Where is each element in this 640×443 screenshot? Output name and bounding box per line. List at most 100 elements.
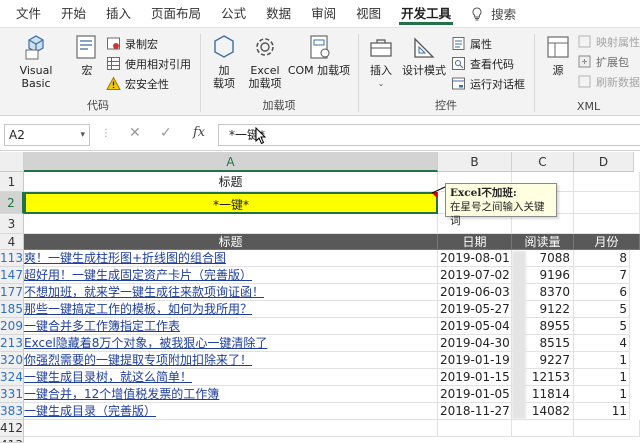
cell-empty[interactable] <box>24 420 438 437</box>
run-dialog-button[interactable]: 运行对话框 <box>451 74 525 93</box>
row-header[interactable]: 3 <box>0 214 24 234</box>
cell-empty[interactable] <box>438 420 512 437</box>
tab-formulas[interactable]: 公式 <box>211 0 256 27</box>
title-link[interactable]: 那些一键搞定工作的模板，如何为我所用？ <box>24 302 252 316</box>
title-link[interactable]: 你强烈需要的一键提取专项附加扣除来了！ <box>24 353 252 367</box>
relative-reference-button[interactable]: 使用相对引用 <box>106 54 191 73</box>
cell-date[interactable]: 2019-05-27 <box>438 301 512 318</box>
enter-icon[interactable]: ✓ <box>160 125 172 141</box>
row-header[interactable]: 177 <box>0 284 24 301</box>
cell-title[interactable]: 爽！一键生成柱形图+折线图的组合图 <box>24 250 438 267</box>
design-mode-button[interactable]: 设计模式 <box>401 32 447 77</box>
row-header[interactable]: 2 <box>0 192 24 214</box>
cell-month[interactable]: 7 <box>574 267 630 284</box>
cell-month[interactable]: 8 <box>574 250 630 267</box>
row-header[interactable]: 147 <box>0 267 24 284</box>
tab-file[interactable]: 文件 <box>6 0 51 27</box>
select-all-corner[interactable] <box>0 152 24 172</box>
expansion-packs-button[interactable]: 扩展包 <box>577 52 629 71</box>
cell-month[interactable]: 5 <box>574 318 630 335</box>
header-date[interactable]: 日期 <box>438 234 512 250</box>
cell-month[interactable]: 5 <box>574 301 630 318</box>
cell-title[interactable]: 你强烈需要的一键提取专项附加扣除来了！ <box>24 352 438 369</box>
macro-security-button[interactable]: 宏安全性 <box>106 74 169 93</box>
column-header-b[interactable]: B <box>438 152 512 172</box>
cell-d2[interactable] <box>574 192 640 214</box>
xml-source-button[interactable]: 源 <box>543 32 573 77</box>
cell-month[interactable]: 4 <box>574 335 630 352</box>
cell-d3[interactable] <box>574 214 640 234</box>
tab-insert[interactable]: 插入 <box>96 0 141 27</box>
row-header[interactable]: 1 <box>0 172 24 192</box>
header-month[interactable]: 月份 <box>574 234 640 250</box>
header-title[interactable]: 标题 <box>24 234 438 250</box>
cell-title[interactable]: 一键生成目录树，就这么简单！ <box>24 369 438 386</box>
excel-addins-button[interactable]: Excel 加载项 <box>245 32 285 90</box>
cell-month[interactable]: 6 <box>574 284 630 301</box>
visual-basic-button[interactable]: Visual Basic <box>6 32 66 90</box>
title-link[interactable]: 爽！一键生成柱形图+折线图的组合图 <box>24 251 226 265</box>
macros-button[interactable]: 宏 <box>72 32 102 77</box>
row-header[interactable]: 412 <box>0 420 24 437</box>
cell-title[interactable]: Excel隐藏着8万个对象，被我狠心一键清除了 <box>24 335 438 352</box>
cell-date[interactable]: 2019-01-05 <box>438 386 512 403</box>
row-header[interactable]: 113 <box>0 250 24 267</box>
cell-month[interactable]: 1 <box>574 369 630 386</box>
cell-month[interactable]: 11 <box>574 403 630 420</box>
insert-function-button[interactable]: fx <box>193 125 205 140</box>
cell-comment[interactable]: Excel不加班: 在星号之间输入关键词 <box>445 183 557 227</box>
cell-date[interactable]: 2019-05-04 <box>438 318 512 335</box>
name-box[interactable]: A2 ▾ <box>4 124 90 146</box>
cell-month[interactable]: 1 <box>574 352 630 369</box>
insert-control-button[interactable]: 插入 ⌄ <box>363 32 399 90</box>
cell-date[interactable]: 2019-01-19 <box>438 352 512 369</box>
cell-date[interactable]: 2019-07-02 <box>438 267 512 284</box>
header-reads[interactable]: 阅读量 <box>512 234 574 250</box>
title-link[interactable]: 一键生成目录（完善版） <box>24 404 156 418</box>
row-header[interactable]: 213 <box>0 335 24 352</box>
tab-view[interactable]: 视图 <box>346 0 391 27</box>
cell-date[interactable]: 2019-08-01 <box>438 250 512 267</box>
column-header-a[interactable]: A <box>24 152 438 172</box>
tab-data[interactable]: 数据 <box>256 0 301 27</box>
tab-developer[interactable]: 开发工具 <box>391 0 461 27</box>
row-header[interactable]: 324 <box>0 369 24 386</box>
title-link[interactable]: Excel隐藏着8万个对象，被我狠心一键清除了 <box>24 336 267 350</box>
formula-input[interactable]: *一键* <box>218 124 640 146</box>
cell-date[interactable]: 2019-06-03 <box>438 284 512 301</box>
column-header-d[interactable]: D <box>574 152 634 172</box>
cell-title[interactable]: 一键合并多工作簿指定工作表 <box>24 318 438 335</box>
title-link[interactable]: 一键合并多工作簿指定工作表 <box>24 319 180 333</box>
tab-review[interactable]: 审阅 <box>301 0 346 27</box>
row-header[interactable]: 383 <box>0 403 24 420</box>
more-options-icon[interactable]: ⋮ <box>101 128 111 139</box>
title-link[interactable]: 超好用！一键生成固定资产卡片（完善版） <box>24 268 252 282</box>
title-link[interactable]: 一键生成目录树，就这么简单！ <box>24 370 192 384</box>
cell-title[interactable]: 那些一键搞定工作的模板，如何为我所用？ <box>24 301 438 318</box>
row-header[interactable]: 320 <box>0 352 24 369</box>
row-header[interactable]: 413 <box>0 437 24 443</box>
cell-title[interactable]: 一键生成目录（完善版） <box>24 403 438 420</box>
cell-a2[interactable]: *一键* <box>24 192 438 214</box>
cancel-icon[interactable]: ✕ <box>129 125 141 141</box>
properties-button[interactable]: 属性 <box>451 34 492 53</box>
title-link[interactable]: 一键合并，12个增值税发票的工作簿 <box>24 387 219 401</box>
cell-empty[interactable] <box>512 420 574 437</box>
cell-date[interactable]: 2019-01-15 <box>438 369 512 386</box>
refresh-data-button[interactable]: 刷新数据 <box>577 72 640 91</box>
cell-d1[interactable] <box>574 172 640 192</box>
row-header[interactable]: 185 <box>0 301 24 318</box>
addins-button[interactable]: 加 载项 <box>207 32 241 90</box>
map-properties-button[interactable]: 映射属性 <box>577 32 640 51</box>
tab-page-layout[interactable]: 页面布局 <box>141 0 211 27</box>
tab-home[interactable]: 开始 <box>51 0 96 27</box>
row-header[interactable]: 4 <box>0 234 24 250</box>
cell-date[interactable]: 2019-04-30 <box>438 335 512 352</box>
cell-month[interactable]: 1 <box>574 386 630 403</box>
row-header[interactable]: 209 <box>0 318 24 335</box>
cell-empty[interactable] <box>574 420 640 437</box>
cell-title[interactable]: 不想加班，就来学一键生成往来款项询证函！ <box>24 284 438 301</box>
cell-a3[interactable] <box>24 214 438 234</box>
chevron-down-icon[interactable]: ▾ <box>80 125 85 145</box>
record-macro-button[interactable]: 录制宏 <box>106 34 158 53</box>
